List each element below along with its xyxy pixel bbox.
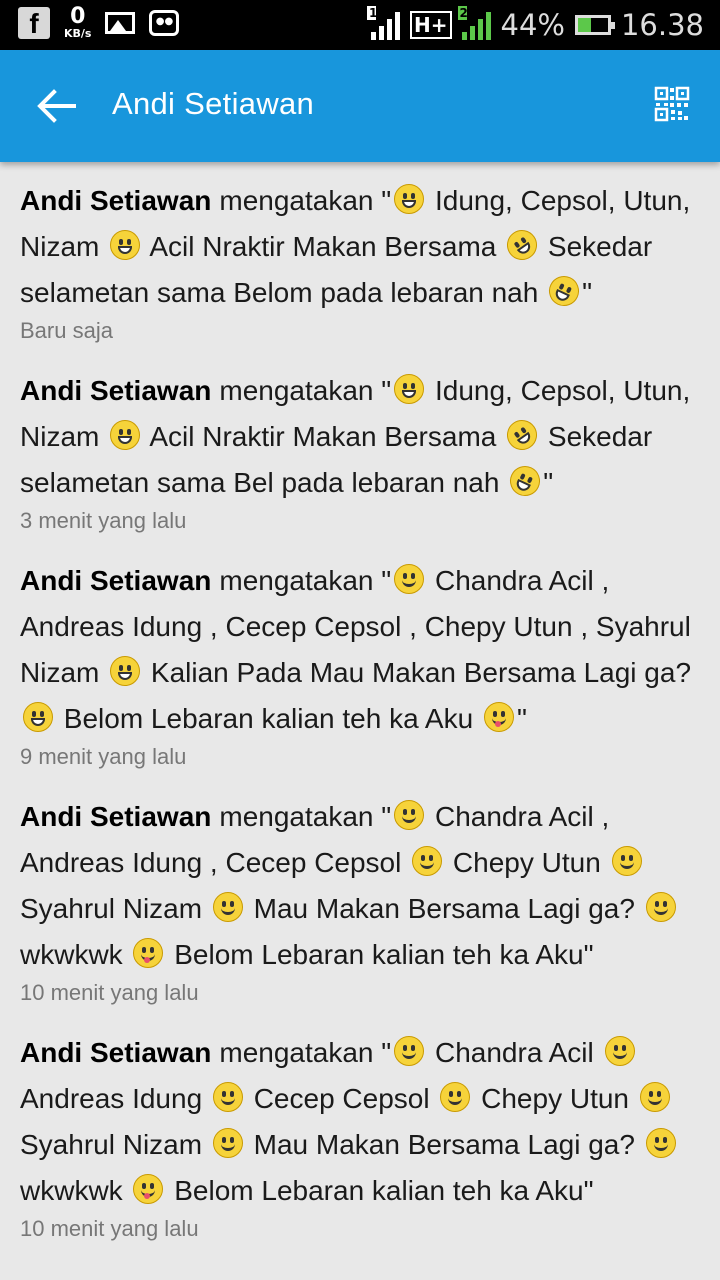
grin-emoji-icon [394, 374, 425, 404]
smile-emoji-icon [394, 1036, 425, 1066]
feed-message: Andi Setiawan mengatakan " Chandra Acil A… [20, 1030, 700, 1214]
smile-emoji-icon [394, 564, 425, 594]
message-text: Cecep Cepsol [245, 1083, 438, 1114]
smile-emoji-icon [639, 1082, 670, 1112]
tongue-emoji-icon [133, 938, 164, 968]
message-text: " [373, 1037, 392, 1068]
laugh-emoji-icon [501, 224, 544, 266]
message-text: wkwkwk [20, 1175, 131, 1206]
list-item[interactable]: Andi Setiawan mengatakan " Idung, Cepsol,… [0, 368, 720, 534]
message-text: Belom Lebaran kalian teh ka Aku" [166, 939, 594, 970]
grin-emoji-icon [110, 420, 141, 450]
sim1-label: 1 [367, 6, 378, 20]
bbm-icon: ●● [149, 9, 180, 36]
message-text: Syahrul Nizam [20, 893, 210, 924]
clock: 16.38 [620, 8, 704, 42]
network-speed-indicator: 0 KB/s [64, 4, 92, 40]
network-type: H+ [410, 11, 452, 39]
laugh-emoji-icon [501, 414, 544, 456]
message-text: Syahrul Nizam [20, 1129, 210, 1160]
message-verb: mengatakan [219, 801, 374, 832]
sender-name: Andi Setiawan [20, 1037, 212, 1068]
tongue-emoji-icon [483, 702, 514, 732]
battery-percent: 44% [500, 8, 565, 42]
message-text: " [373, 375, 392, 406]
message-text: wkwkwk [20, 939, 131, 970]
smile-emoji-icon [645, 1128, 676, 1158]
message-text: Kalian Pada Mau Makan Bersama Lagi ga? [143, 657, 692, 688]
timestamp: 10 menit yang lalu [20, 1216, 199, 1241]
feed-message: Andi Setiawan mengatakan " Idung, Cepsol,… [20, 368, 700, 506]
net-speed-unit: KB/s [64, 27, 92, 40]
message-text: Chandra Acil [427, 1037, 602, 1068]
gallery-icon [105, 11, 136, 34]
page-title: Andi Setiawan [112, 86, 315, 121]
sender-name: Andi Setiawan [20, 185, 212, 216]
message-verb: mengatakan [219, 1037, 374, 1068]
message-verb: mengatakan [219, 185, 374, 216]
charging-battery-icon [574, 15, 615, 35]
smile-emoji-icon [412, 846, 443, 876]
smile-emoji-icon [394, 800, 425, 830]
grin-emoji-icon [394, 184, 425, 214]
smile-emoji-icon [212, 1128, 243, 1158]
signal-icon: 1 [367, 6, 400, 40]
message-text: Acil Nraktir Makan Bersama [143, 421, 505, 452]
message-text: " [543, 467, 554, 498]
net-speed-value: 0 [70, 4, 86, 29]
message-verb: mengatakan [219, 565, 374, 596]
message-text: Mau Makan Bersama Lagi ga? [245, 893, 643, 924]
timestamp: 9 menit yang lalu [20, 744, 187, 769]
smile-emoji-icon [645, 892, 676, 922]
sender-name: Andi Setiawan [20, 801, 212, 832]
facebook-icon: f [18, 6, 50, 39]
sender-name: Andi Setiawan [20, 565, 212, 596]
list-item[interactable]: Andi Setiawan mengatakan " Idung, Cepsol,… [0, 178, 720, 344]
list-item[interactable]: Andi Setiawan mengatakan " Chandra Acil A… [0, 1030, 720, 1242]
message-verb: mengatakan [219, 375, 374, 406]
sim2-label: 2 [457, 6, 468, 20]
message-text: Chepy Utun [445, 847, 609, 878]
message-text: Belom Lebaran kalian teh ka Aku" [166, 1175, 594, 1206]
arrow-left-icon[interactable] [36, 88, 76, 124]
smile-emoji-icon [611, 846, 642, 876]
message-text: " [373, 565, 392, 596]
list-item[interactable]: Andi Setiawan mengatakan " Chandra Acil ,… [0, 794, 720, 1006]
smile-emoji-icon [212, 1082, 243, 1112]
message-text: Andreas Idung [20, 1083, 210, 1114]
message-text: " [516, 703, 527, 734]
rofl-emoji-icon [544, 271, 585, 311]
rofl-emoji-icon [505, 461, 546, 501]
timestamp: 3 menit yang lalu [20, 508, 187, 533]
message-text: Chepy Utun [473, 1083, 637, 1114]
smile-emoji-icon [604, 1036, 635, 1066]
signal-icon-sim2: 2 [457, 6, 491, 40]
grin-emoji-icon [23, 702, 53, 732]
smile-emoji-icon [212, 892, 243, 922]
feed-message: Andi Setiawan mengatakan " Chandra Acil ,… [20, 794, 700, 978]
timestamp: Baru saja [20, 318, 113, 343]
status-bar: f 0 KB/s ●● 1 H+ 2 44% 16.38 [0, 0, 720, 50]
message-text: Belom Lebaran kalian teh ka Aku [56, 703, 481, 734]
message-text: Acil Nraktir Makan Bersama [143, 231, 505, 262]
timestamp: 10 menit yang lalu [20, 980, 199, 1005]
message-text: Mau Makan Bersama Lagi ga? [245, 1129, 643, 1160]
grin-emoji-icon [110, 230, 141, 260]
smile-emoji-icon [440, 1082, 471, 1112]
message-text: " [373, 801, 392, 832]
tongue-emoji-icon [133, 1174, 164, 1204]
activity-feed: Andi Setiawan mengatakan " Idung, Cepsol,… [0, 178, 720, 1266]
feed-message: Andi Setiawan mengatakan " Chandra Acil ,… [20, 558, 700, 742]
message-text: " [373, 185, 392, 216]
app-bar: Andi Setiawan [0, 50, 720, 162]
sender-name: Andi Setiawan [20, 375, 212, 406]
qr-code-icon[interactable] [654, 86, 690, 122]
list-item[interactable]: Andi Setiawan mengatakan " Chandra Acil ,… [0, 558, 720, 770]
grin-emoji-icon [110, 656, 141, 686]
feed-message: Andi Setiawan mengatakan " Idung, Cepsol,… [20, 178, 700, 316]
message-text: " [582, 277, 593, 308]
